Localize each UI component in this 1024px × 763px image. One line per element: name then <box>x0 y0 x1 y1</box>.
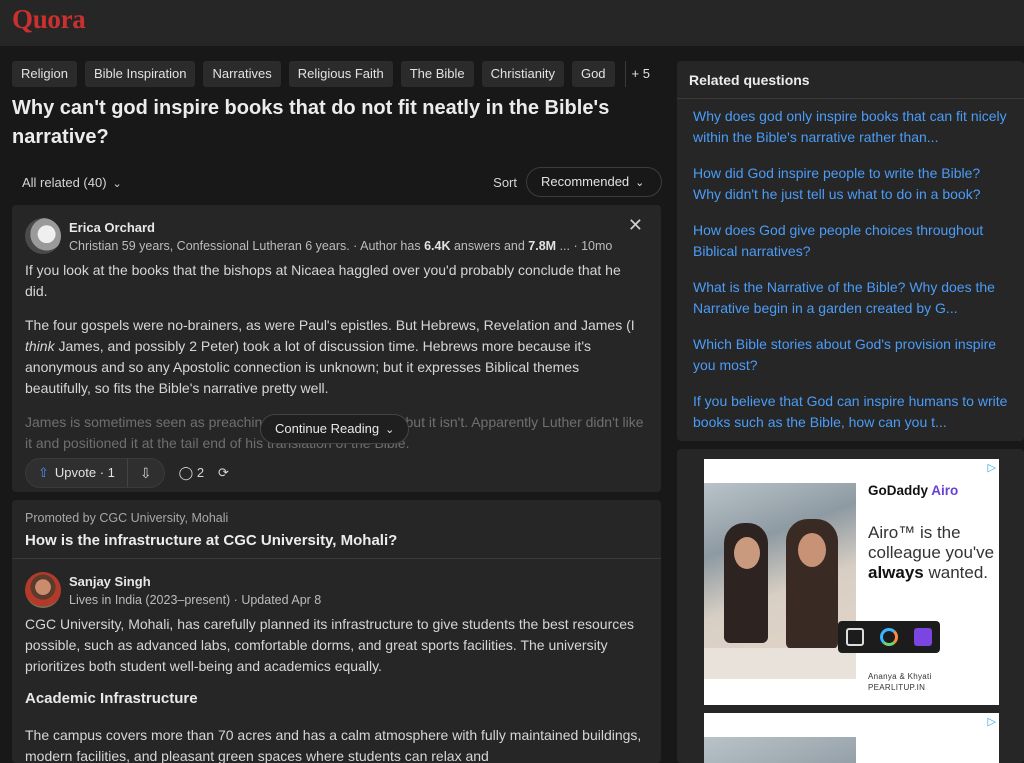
comment-icon: ◯ <box>178 465 194 480</box>
answers-count: 6.4K <box>424 239 451 253</box>
upvote-button[interactable]: ⇧ Upvote · 1 <box>26 459 128 487</box>
cred-suffix: ... · 10mo <box>556 239 613 253</box>
credit-names: Ananya & Khyati <box>868 672 932 681</box>
brand-name: GoDaddy <box>868 483 929 498</box>
text-bold: always <box>868 563 924 582</box>
brand-suffix: Airo <box>931 483 959 498</box>
all-related-dropdown[interactable]: All related (40) ⌄ <box>22 175 122 190</box>
promoted-by[interactable]: Promoted by CGC University, Mohali <box>25 511 228 525</box>
text: James, and possibly 2 Peter) took a lot … <box>25 338 592 396</box>
godaddy-logo: GoDaddy Airo <box>868 483 958 498</box>
ad-credit: Ananya & Khyati PEARLITUP.IN <box>868 671 932 693</box>
credit-site: PEARLITUP.IN <box>868 683 926 692</box>
top-bar: Quora <box>0 0 1024 46</box>
magic-wand-icon <box>914 628 932 646</box>
all-related-label: All related (40) <box>22 175 107 190</box>
quora-logo[interactable]: Quora <box>12 4 86 35</box>
tag-god[interactable]: God <box>571 61 615 87</box>
cred-prefix: Christian 59 years, Confessional Luthera… <box>69 239 425 253</box>
tag-christianity[interactable]: Christianity <box>481 61 564 87</box>
face-shape <box>734 537 760 569</box>
more-tags-button[interactable]: + 5 <box>624 61 656 87</box>
related-questions-panel: Related questions Why does god only insp… <box>677 61 1024 441</box>
comments-button[interactable]: ◯ 2 <box>179 465 204 481</box>
share-button[interactable]: ⟳ <box>218 465 229 481</box>
sort-bar: All related (40) ⌄ Sort Recommended ⌄ <box>12 167 662 197</box>
tag-narratives[interactable]: Narratives <box>203 61 281 87</box>
avatar[interactable] <box>25 572 61 608</box>
color-ring-icon <box>880 628 898 646</box>
divider <box>12 558 661 559</box>
sort-select[interactable]: Recommended ⌄ <box>526 167 662 197</box>
ad-headline: Airo™ is the colleague you've always wan… <box>868 523 998 583</box>
ad-choices-icon[interactable]: ▷ <box>988 715 996 728</box>
sort-value: Recommended <box>541 174 630 189</box>
topic-tags: Religion Bible Inspiration Narratives Re… <box>12 61 662 87</box>
app-dock <box>838 621 940 653</box>
related-question-link[interactable]: How did God inspire people to write the … <box>693 163 1011 205</box>
related-question-link[interactable]: Which Bible stories about God's provisio… <box>693 334 1011 376</box>
continue-reading-label: Continue Reading <box>275 421 380 436</box>
answer-card: Erica Orchard Christian 59 years, Confes… <box>12 205 661 492</box>
text: wanted. <box>923 563 989 582</box>
tag-bible-inspiration[interactable]: Bible Inspiration <box>84 61 196 87</box>
tag-the-bible[interactable]: The Bible <box>400 61 474 87</box>
related-question-link[interactable]: How does God give people choices through… <box>693 220 1011 262</box>
ad-panel: ▷ GoDaddy Airo Airo™ is the colleague yo… <box>677 449 1024 763</box>
answer-paragraph: If you look at the books that the bishop… <box>25 262 621 299</box>
downvote-icon: ⇩ <box>139 465 152 481</box>
share-icon: ⟳ <box>218 465 229 480</box>
text: Airo™ is the colleague you've <box>868 523 995 562</box>
ad-banner[interactable]: ▷ <box>704 713 999 763</box>
related-question-link[interactable]: If you believe that God can inspire huma… <box>693 391 1011 433</box>
upvote-icon: ⇧ <box>38 465 49 480</box>
answer-paragraph: The four gospels were no-brainers, as we… <box>25 315 645 399</box>
close-icon[interactable]: ✕ <box>628 215 643 236</box>
desk-shape <box>704 648 856 679</box>
chevron-down-icon: ⌄ <box>385 424 395 436</box>
ad-choices-icon[interactable]: ▷ <box>988 461 996 474</box>
answer-actions: ⇧ Upvote · 1 ⇩ ◯ 2 ⟳ <box>25 458 229 488</box>
author-name[interactable]: Erica Orchard <box>69 220 155 235</box>
author-credential: Christian 59 years, Confessional Luthera… <box>69 239 612 253</box>
answer-heading: Academic Infrastructure <box>25 690 198 707</box>
downvote-button[interactable]: ⇩ <box>128 459 164 487</box>
ad-photo <box>704 483 856 679</box>
face-shape <box>798 533 826 567</box>
related-questions-title: Related questions <box>689 72 810 88</box>
chevron-down-icon: ⌄ <box>635 177 645 189</box>
author-credential: Lives in India (2023–present) · Updated … <box>69 593 322 607</box>
question-title: Why can't god inspire books that do not … <box>12 97 610 148</box>
promoted-question-title[interactable]: How is the infrastructure at CGC Univers… <box>25 532 397 549</box>
tag-religious-faith[interactable]: Religious Faith <box>288 61 393 87</box>
ad-banner[interactable]: ▷ GoDaddy Airo Airo™ is the colleague yo… <box>704 459 999 705</box>
chevron-down-icon: ⌄ <box>112 178 122 190</box>
continue-reading-button[interactable]: Continue Reading ⌄ <box>260 414 410 444</box>
divider <box>677 98 1024 99</box>
tag-religion[interactable]: Religion <box>12 61 77 87</box>
cred-mid: answers and <box>450 239 529 253</box>
related-question-link[interactable]: Why does god only inspire books that can… <box>693 106 1011 148</box>
window-icon <box>846 628 864 646</box>
sort-label: Sort <box>493 175 517 190</box>
related-question-link[interactable]: What is the Narrative of the Bible? Why … <box>693 277 1011 319</box>
promoted-card: Promoted by CGC University, Mohali How i… <box>12 500 661 763</box>
avatar[interactable] <box>25 218 61 254</box>
ad-photo <box>704 737 856 763</box>
answer-paragraph: The campus covers more than 70 acres and… <box>25 727 642 763</box>
emphasis: think <box>25 338 55 354</box>
comment-count: 2 <box>196 465 205 480</box>
author-name[interactable]: Sanjay Singh <box>69 574 151 589</box>
text: The four gospels were no-brainers, as we… <box>25 317 635 333</box>
vote-group: ⇧ Upvote · 1 ⇩ <box>25 458 165 488</box>
upvote-label: Upvote · 1 <box>54 465 115 480</box>
views-count: 7.8M <box>528 239 557 253</box>
answer-paragraph: CGC University, Mohali, has carefully pl… <box>25 616 635 674</box>
